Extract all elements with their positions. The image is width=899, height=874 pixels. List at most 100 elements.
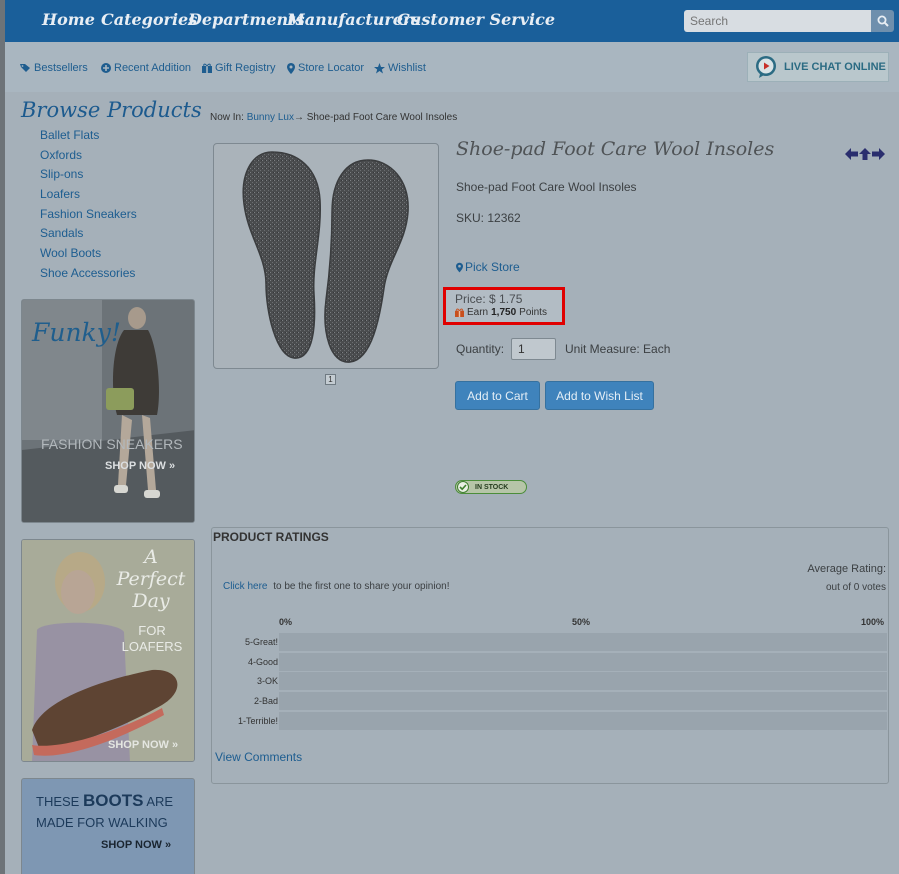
map-marker-icon bbox=[287, 62, 295, 74]
boots-banner[interactable]: THESE BOOTS ARE MADE FOR WALKING SHOP NO… bbox=[21, 778, 195, 874]
first-review-prompt: Click here to be the first one to share … bbox=[223, 581, 449, 592]
category-oxfords[interactable]: Oxfords bbox=[40, 148, 137, 168]
in-stock-badge: IN STOCK bbox=[455, 480, 527, 494]
live-chat-button[interactable]: LIVE CHAT ONLINE bbox=[747, 52, 889, 82]
breadcrumb: Now In: Bunny Lux→ Shoe-pad Foot Care Wo… bbox=[210, 112, 457, 123]
banner-cta: SHOP NOW » bbox=[105, 460, 176, 472]
gift-icon bbox=[202, 63, 212, 73]
wishlist-link[interactable]: Wishlist bbox=[374, 62, 426, 74]
product-ratings-panel: PRODUCT RATINGS Average Rating: out of 0… bbox=[211, 527, 889, 784]
view-comments-link[interactable]: View Comments bbox=[215, 750, 302, 764]
rating-row: 2-Bad bbox=[212, 692, 888, 710]
banner-headline-bold: BOOTS bbox=[82, 791, 144, 810]
earn-points: Earn 1,750 Points bbox=[455, 307, 553, 318]
rating-row-label: 4-Good bbox=[247, 657, 278, 667]
wishlist-label: Wishlist bbox=[388, 62, 426, 74]
banner-headline: THESE BOOTS ARE bbox=[36, 791, 173, 811]
search-input[interactable] bbox=[684, 10, 871, 32]
main-content: Browse Products Ballet Flats Oxfords Sli… bbox=[5, 92, 899, 874]
product-image[interactable] bbox=[213, 143, 439, 369]
bestsellers-link[interactable]: Bestsellers bbox=[20, 62, 88, 74]
nav-home[interactable]: Home bbox=[42, 10, 95, 29]
loafers-banner[interactable]: A Perfect Day FOR LOAFERS SHOP NOW » bbox=[21, 539, 195, 762]
product-sku: SKU: 12362 bbox=[456, 211, 521, 225]
recent-addition-label: Recent Addition bbox=[114, 62, 192, 74]
nav-customer-service[interactable]: Customer Service bbox=[397, 10, 555, 29]
rating-row-label: 1-Terrible! bbox=[237, 716, 278, 726]
rating-row: 4-Good bbox=[212, 653, 888, 671]
secondary-nav: Bestsellers Recent Addition Gift Registr… bbox=[5, 42, 899, 92]
first-review-text: to be the first one to share your opinio… bbox=[273, 581, 450, 592]
earn-suffix: Points bbox=[519, 307, 547, 318]
rating-bar bbox=[279, 672, 887, 690]
scale-50: 50% bbox=[572, 617, 591, 627]
rating-bar bbox=[279, 653, 887, 671]
top-nav: Home Categories Departments Manufacturer… bbox=[5, 0, 899, 42]
pick-store-link[interactable]: Pick Store bbox=[456, 260, 520, 274]
browse-products-title: Browse Products bbox=[21, 98, 202, 122]
banner-subtitle: FASHION SNEAKERS bbox=[41, 436, 183, 452]
breadcrumb-prefix: Now In: bbox=[210, 112, 244, 123]
product-nav-arrows bbox=[845, 148, 885, 160]
plus-circle-icon bbox=[101, 63, 111, 73]
breadcrumb-parent-link[interactable]: Bunny Lux bbox=[247, 112, 294, 123]
search-button[interactable] bbox=[871, 10, 894, 32]
recent-addition-link[interactable]: Recent Addition bbox=[101, 62, 191, 74]
banner-cta: SHOP NOW » bbox=[108, 739, 179, 751]
average-rating-votes: out of 0 votes bbox=[825, 582, 886, 593]
nav-categories[interactable]: Categories bbox=[101, 10, 197, 29]
banner-headline-prefix: THESE bbox=[36, 794, 80, 809]
image-thumbnail-1[interactable]: 1 bbox=[325, 374, 336, 385]
scale-100: 100% bbox=[861, 617, 885, 627]
category-list: Ballet Flats Oxfords Slip-ons Loafers Fa… bbox=[40, 128, 137, 286]
map-marker-icon bbox=[456, 262, 463, 272]
previous-arrow-icon[interactable] bbox=[845, 148, 858, 160]
price-box: Price: $ 1.75 Earn 1,750 Points bbox=[443, 287, 565, 325]
quantity-label: Quantity: bbox=[456, 342, 505, 356]
product-title: Shoe-pad Foot Care Wool Insoles bbox=[456, 138, 775, 160]
ratings-title: PRODUCT RATINGS bbox=[213, 530, 329, 544]
banner-subtitle: FOR LOAFERS bbox=[121, 623, 183, 654]
category-shoe-accessories[interactable]: Shoe Accessories bbox=[40, 266, 137, 286]
rating-row-label: 2-Bad bbox=[253, 696, 278, 706]
click-here-link[interactable]: Click here bbox=[223, 581, 267, 592]
rating-bar bbox=[279, 712, 887, 730]
earn-points-value: 1,750 bbox=[491, 307, 517, 318]
rating-row: 3-OK bbox=[212, 672, 888, 690]
up-arrow-icon[interactable] bbox=[859, 148, 871, 160]
add-to-cart-button[interactable]: Add to Cart bbox=[455, 381, 540, 410]
insoles-picture bbox=[242, 151, 409, 363]
rating-row: 5-Great! bbox=[212, 633, 888, 651]
banner-headline: A Perfect Day bbox=[116, 546, 186, 612]
rating-bar bbox=[279, 692, 887, 710]
banner-headline: Funky! bbox=[32, 318, 121, 347]
product-price: Price: $ 1.75 bbox=[455, 292, 523, 306]
unit-measure: Unit Measure: Each bbox=[565, 342, 671, 356]
add-to-wishlist-button[interactable]: Add to Wish List bbox=[545, 381, 654, 410]
earn-prefix: Earn bbox=[467, 307, 489, 318]
gift-icon bbox=[455, 308, 464, 317]
category-loafers[interactable]: Loafers bbox=[40, 187, 137, 207]
live-chat-label: LIVE CHAT ONLINE bbox=[784, 61, 886, 73]
fashion-sneakers-banner[interactable]: Funky! FASHION SNEAKERS SHOP NOW » bbox=[21, 299, 195, 523]
category-fashion-sneakers[interactable]: Fashion Sneakers bbox=[40, 207, 137, 227]
category-sandals[interactable]: Sandals bbox=[40, 226, 137, 246]
quantity-input[interactable] bbox=[511, 338, 556, 360]
next-arrow-icon[interactable] bbox=[872, 148, 885, 160]
category-slip-ons[interactable]: Slip-ons bbox=[40, 167, 137, 187]
product-subtitle: Shoe-pad Foot Care Wool Insoles bbox=[456, 180, 637, 194]
star-icon bbox=[374, 62, 385, 73]
check-circle-icon bbox=[457, 481, 469, 493]
store-locator-label: Store Locator bbox=[298, 62, 365, 74]
gift-registry-link[interactable]: Gift Registry bbox=[202, 62, 276, 74]
tags-icon bbox=[20, 64, 30, 72]
category-ballet-flats[interactable]: Ballet Flats bbox=[40, 128, 137, 148]
bestsellers-label: Bestsellers bbox=[34, 62, 88, 74]
store-locator-link[interactable]: Store Locator bbox=[287, 62, 364, 74]
rating-row: 1-Terrible! bbox=[212, 712, 888, 730]
pick-store-label: Pick Store bbox=[465, 260, 520, 274]
category-wool-boots[interactable]: Wool Boots bbox=[40, 246, 137, 266]
gift-registry-label: Gift Registry bbox=[215, 62, 276, 74]
rating-row-label: 3-OK bbox=[256, 676, 278, 686]
in-stock-label: IN STOCK bbox=[475, 483, 509, 491]
